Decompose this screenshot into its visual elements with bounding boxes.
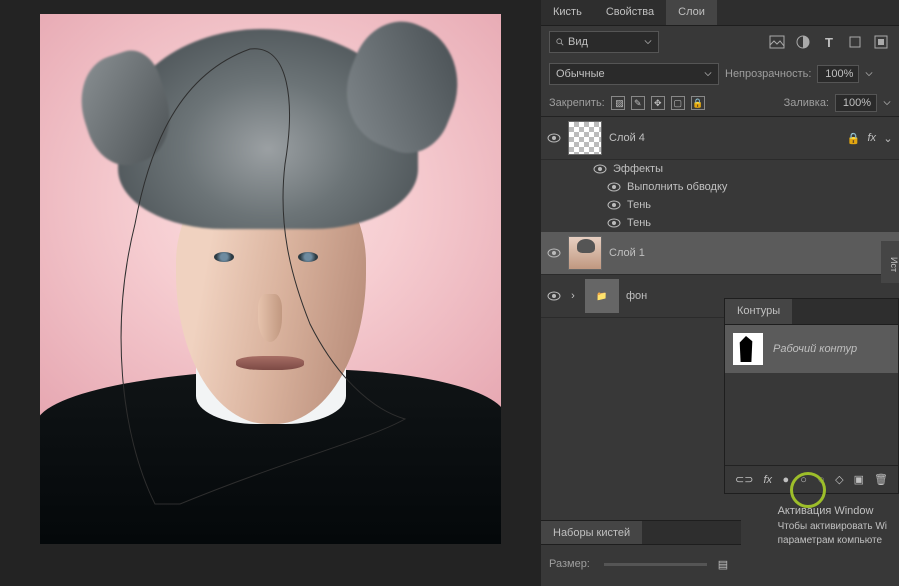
filter-label: Вид (568, 36, 588, 48)
search-icon (556, 38, 564, 46)
fill-label: Заливка: (784, 97, 829, 109)
lock-artboard-icon[interactable]: ▢ (671, 96, 685, 110)
effect-label: Тень (627, 199, 651, 211)
lock-move-icon[interactable]: ✥ (651, 96, 665, 110)
visibility-icon[interactable] (547, 247, 561, 259)
opacity-value[interactable]: 100% (817, 65, 859, 83)
layer-name: Слой 1 (609, 247, 645, 259)
tab-brush[interactable]: Кисть (541, 0, 594, 25)
effects-label: Эффекты (613, 163, 663, 175)
layer-item[interactable]: Слой 4 🔒 fx ⌄ (541, 117, 899, 160)
visibility-icon[interactable] (607, 199, 621, 211)
paths-footer: ⊂⊃ fx ● ○ ◌ ◇ ▣ 🗑 (725, 465, 898, 493)
fill-value[interactable]: 100% (835, 94, 877, 112)
visibility-icon[interactable] (547, 132, 561, 144)
path-name: Рабочий контур (773, 343, 857, 355)
chevron-right-icon[interactable]: › (568, 290, 578, 302)
folder-icon[interactable]: 📁 (585, 279, 619, 313)
layer-thumbnail[interactable] (568, 121, 602, 155)
lock-pixels-icon[interactable]: ▨ (611, 96, 625, 110)
layers-list: Слой 4 🔒 fx ⌄ Эффекты Выполнить обводку … (541, 117, 899, 302)
effect-shadow[interactable]: Тень (541, 214, 899, 232)
path-item[interactable]: Рабочий контур (725, 325, 898, 373)
chevron-down-icon[interactable] (865, 70, 873, 78)
visibility-icon[interactable] (607, 181, 621, 193)
blend-mode-select[interactable]: Обычные (549, 63, 719, 85)
effect-label: Выполнить обводку (627, 181, 727, 193)
brush-preset-icon[interactable]: ▤ (713, 555, 733, 573)
lock-icon: 🔒 (847, 132, 861, 145)
opacity-label: Непрозрачность: (725, 68, 811, 80)
history-tab[interactable]: Ист (881, 241, 899, 283)
link-icon[interactable]: ⊂⊃ (735, 471, 753, 489)
path-thumbnail[interactable] (733, 333, 763, 365)
lock-label: Закрепить: (549, 97, 605, 109)
filter-shape-icon[interactable] (845, 33, 865, 51)
path-to-selection-icon[interactable]: ◌ (817, 471, 825, 489)
layer-thumbnail[interactable] (568, 236, 602, 270)
filter-adjust-icon[interactable] (793, 33, 813, 51)
canvas-area[interactable] (0, 0, 541, 586)
lock-all-icon[interactable]: 🔒 (691, 96, 705, 110)
size-slider[interactable] (604, 563, 707, 566)
layer-item[interactable]: Слой 1 (541, 232, 899, 275)
selection-to-path-icon[interactable]: ◇ (835, 471, 843, 489)
filter-image-icon[interactable] (767, 33, 787, 51)
layers-panel: Кисть Свойства Слои Вид T Обычные Непроз… (541, 0, 899, 586)
new-path-icon[interactable]: ▣ (854, 471, 864, 489)
size-label: Размер: (549, 558, 590, 570)
filter-smart-icon[interactable] (871, 33, 891, 51)
tab-layers[interactable]: Слои (666, 0, 717, 25)
visibility-icon[interactable] (547, 290, 561, 302)
chevron-down-icon[interactable] (883, 99, 891, 107)
document-canvas[interactable] (40, 14, 501, 544)
chevron-down-icon[interactable]: ⌄ (883, 132, 893, 145)
filter-text-icon[interactable]: T (819, 33, 839, 51)
effect-stroke[interactable]: Выполнить обводку (541, 178, 899, 196)
delete-path-icon[interactable]: 🗑 (874, 471, 888, 489)
visibility-icon[interactable] (607, 217, 621, 229)
effect-shadow[interactable]: Тень (541, 196, 899, 214)
lock-brush-icon[interactable]: ✎ (631, 96, 645, 110)
chevron-down-icon (644, 38, 652, 46)
tab-brushsets[interactable]: Наборы кистей (541, 521, 642, 544)
visibility-icon[interactable] (593, 163, 607, 175)
blend-mode-value: Обычные (556, 68, 605, 80)
fill-path-icon[interactable]: ● (782, 471, 790, 489)
fx-badge[interactable]: fx (867, 132, 876, 144)
portrait-image (40, 34, 501, 544)
layer-filter-select[interactable]: Вид (549, 31, 659, 53)
tab-paths[interactable]: Контуры (725, 299, 792, 324)
paths-panel: Контуры Рабочий контур ⊂⊃ fx ● ○ ◌ ◇ ▣ 🗑 (724, 298, 899, 494)
brushsets-panel: Наборы кистей Размер: ▤ (541, 520, 741, 586)
effects-row[interactable]: Эффекты (541, 160, 899, 178)
layer-name: Слой 4 (609, 132, 645, 144)
effect-label: Тень (627, 217, 651, 229)
panel-tabs: Кисть Свойства Слои (541, 0, 899, 26)
stroke-path-icon[interactable]: ○ (800, 471, 808, 489)
fx-icon[interactable]: fx (763, 471, 772, 489)
tab-properties[interactable]: Свойства (594, 0, 666, 25)
layer-name: фон (626, 290, 647, 302)
chevron-down-icon (704, 70, 712, 78)
